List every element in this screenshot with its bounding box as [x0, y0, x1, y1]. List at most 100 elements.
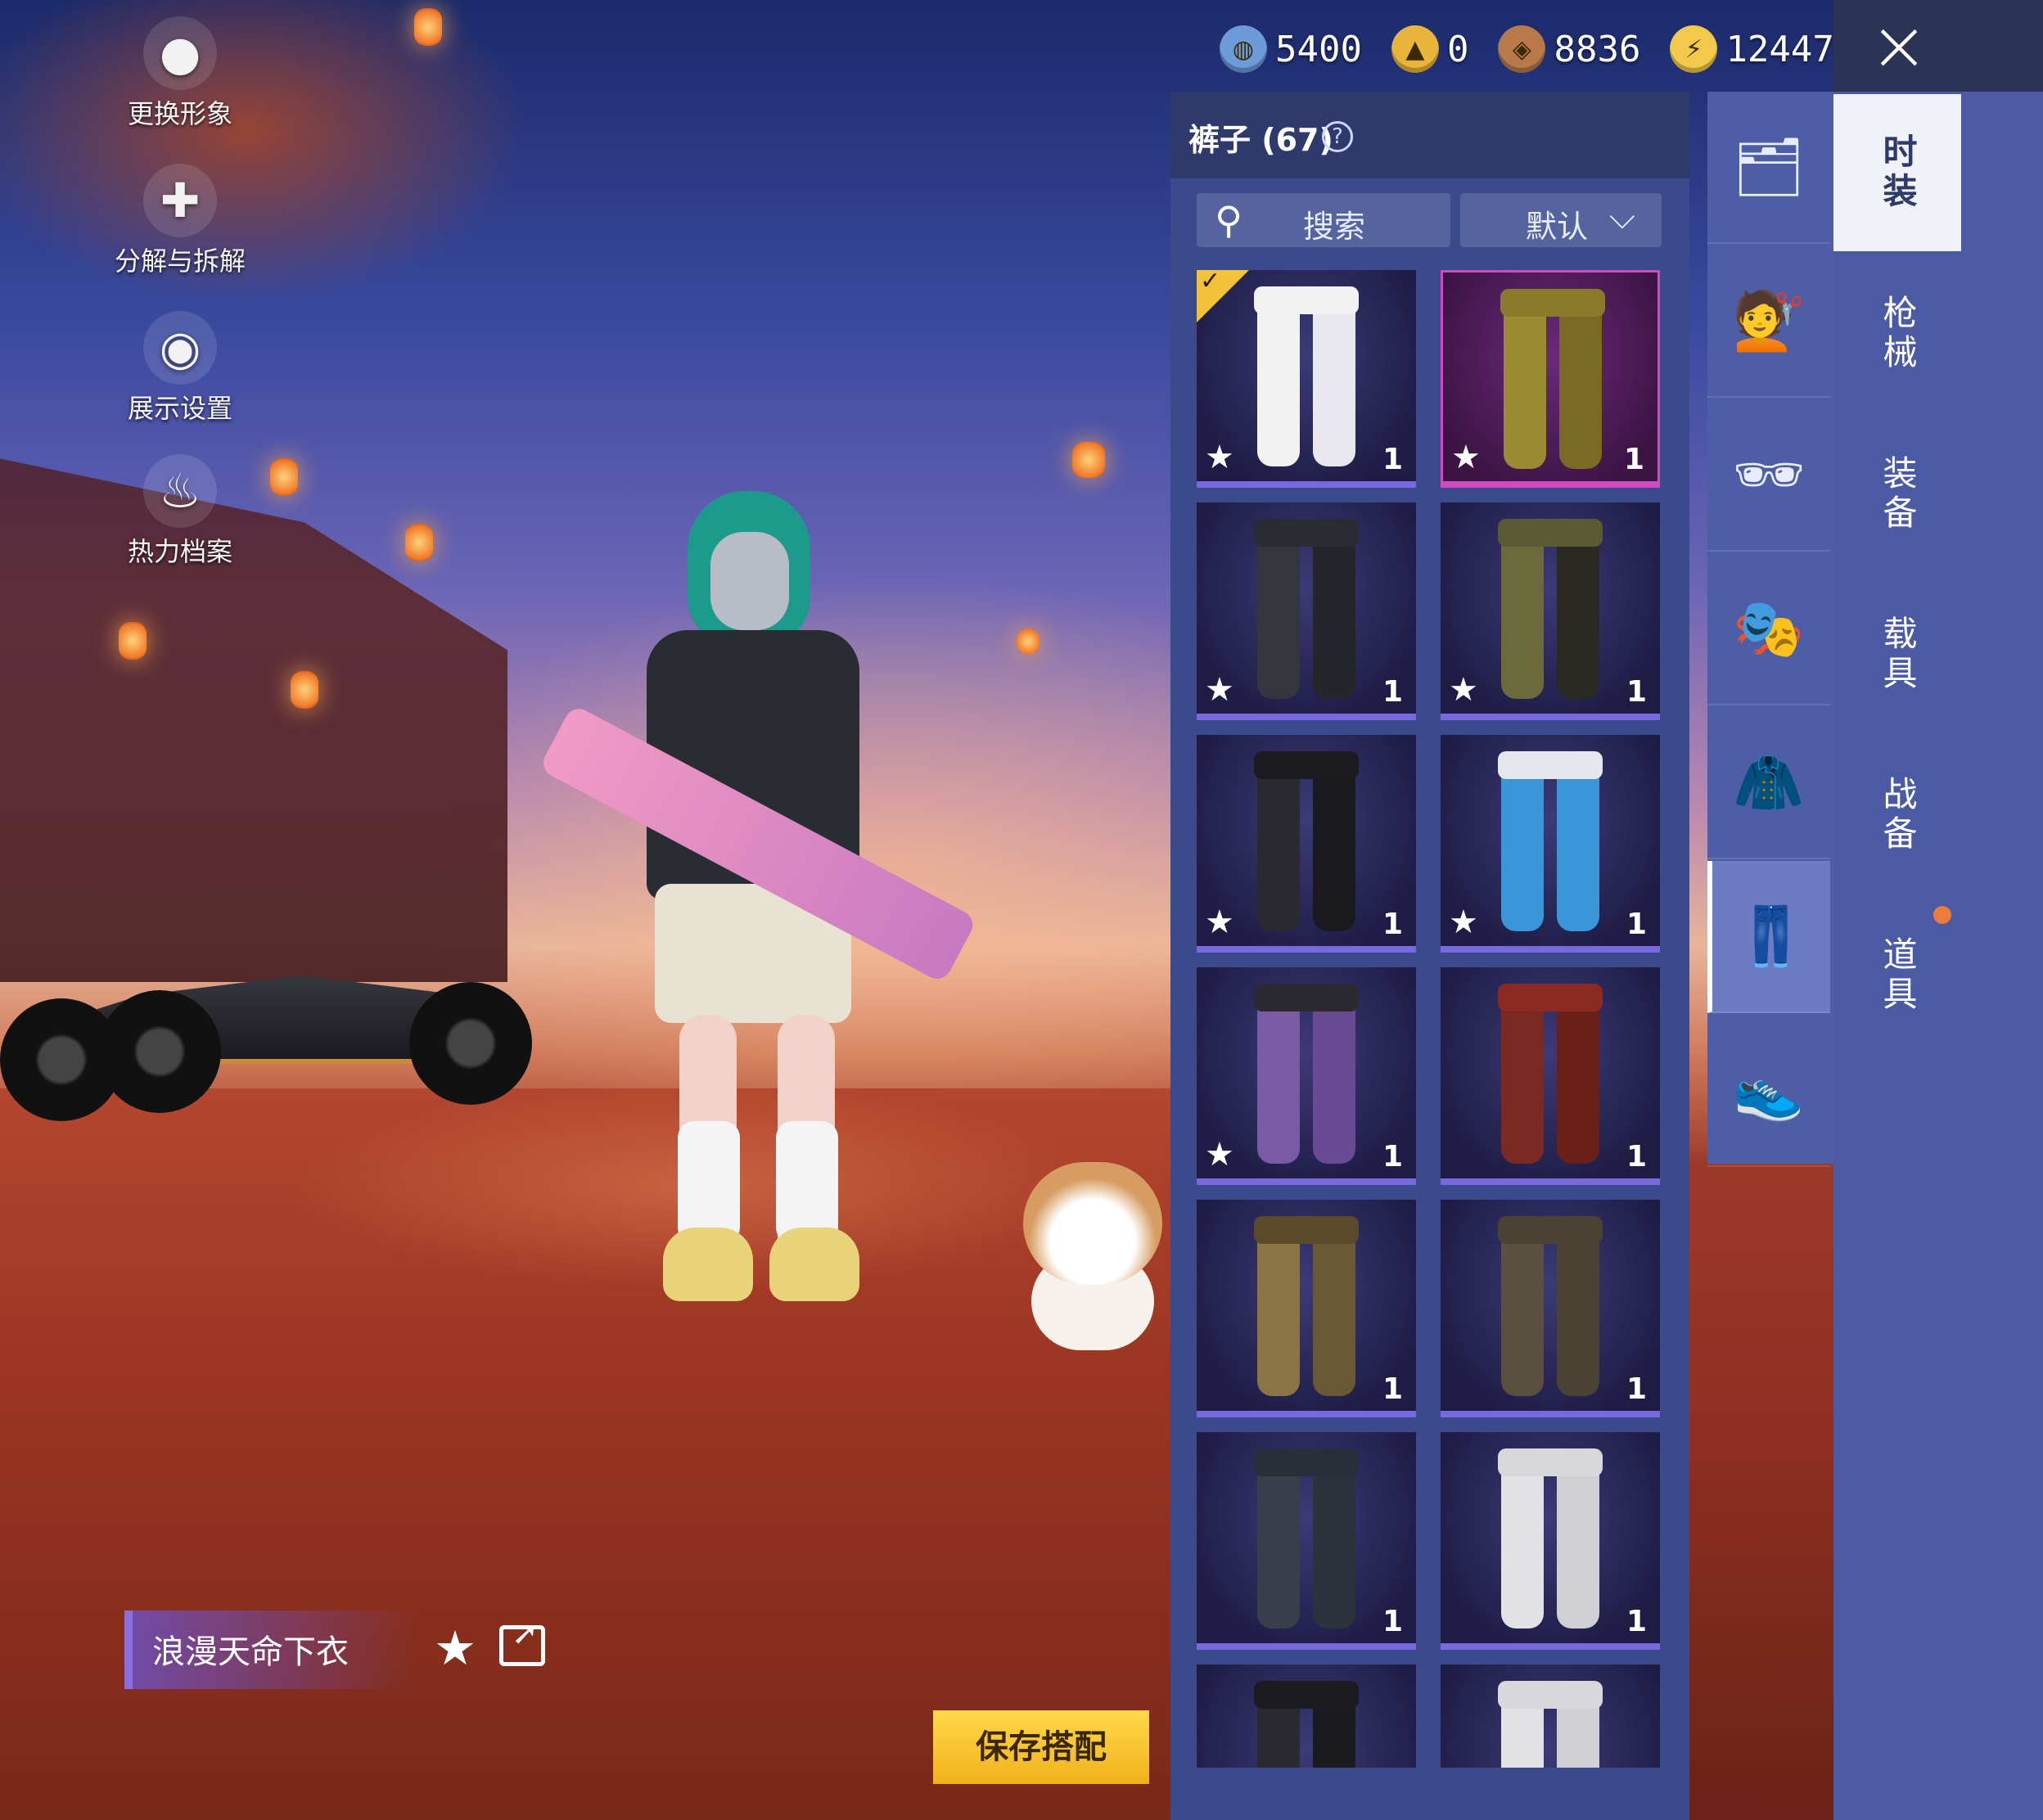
search-placeholder: 搜索: [1303, 209, 1366, 245]
blue-coin-icon: ◍: [1220, 25, 1267, 73]
pants-thumbnail: [1500, 289, 1605, 469]
star-icon: ★: [1449, 671, 1478, 709]
save-outfit-button[interactable]: 保存搭配: [933, 1710, 1149, 1784]
item-quantity: 1: [1382, 675, 1403, 709]
search-icon: ⚲: [1215, 198, 1242, 242]
item-grid: ✓ ★ 1 ★ 1 ★ 1 ★ 1 ★ 1 ★ 1 ★ 1 1 1 1 1 1: [1197, 270, 1663, 1768]
item-quantity: 1: [1382, 443, 1403, 476]
item-tile[interactable]: [1441, 1665, 1660, 1768]
lantern: [291, 671, 318, 709]
pants-thumbnail: [1254, 751, 1359, 931]
item-tile[interactable]: ★ 1: [1197, 967, 1416, 1185]
pants-thumbnail: [1254, 286, 1359, 466]
pants-thumbnail: [1254, 984, 1359, 1164]
item-tile[interactable]: 1: [1441, 967, 1660, 1185]
item-quantity: 1: [1382, 1605, 1403, 1638]
race-car: [0, 908, 540, 1121]
item-tile[interactable]: ★ 1: [1197, 502, 1416, 720]
item-quantity: 1: [1626, 1372, 1647, 1406]
category-outfit-set-icon[interactable]: 🗂: [1707, 92, 1830, 244]
panel-title: 裤子 (67): [1188, 122, 1333, 158]
change-appearance-button[interactable]: ● 更换形象: [98, 16, 262, 131]
pants-thumbnail: [1254, 519, 1359, 699]
close-icon[interactable]: ×: [1858, 11, 1940, 81]
item-quantity: 1: [1626, 675, 1647, 709]
item-quantity: 1: [1382, 908, 1403, 941]
item-tile[interactable]: 1: [1441, 1200, 1660, 1417]
star-icon: ★: [1451, 439, 1481, 476]
category-jacket-icon[interactable]: 🧥: [1707, 707, 1830, 859]
pants-thumbnail: [1498, 519, 1603, 699]
star-icon: ★: [1205, 439, 1234, 476]
bronze-coin-icon: ◈: [1498, 25, 1546, 73]
lightning-coin-icon: ⚡: [1670, 25, 1718, 73]
item-quantity: 1: [1382, 1372, 1403, 1406]
flame-icon: ♨: [143, 454, 217, 528]
lantern: [119, 622, 147, 660]
currency-bronze[interactable]: ◈ 8836: [1498, 25, 1640, 73]
item-tile[interactable]: 1: [1197, 1432, 1416, 1650]
category-shoes-icon[interactable]: 👟: [1707, 1015, 1830, 1167]
currency-uc[interactable]: ◍ 5400: [1220, 25, 1362, 73]
puzzle-icon: ✚: [143, 164, 217, 237]
share-icon[interactable]: [499, 1615, 545, 1666]
item-quantity: 1: [1626, 908, 1647, 941]
lantern: [405, 524, 433, 561]
equipped-check-icon: ✓: [1197, 270, 1249, 322]
heat-profile-button[interactable]: ♨ 热力档案: [98, 454, 262, 569]
gold-token-icon: ▲: [1391, 25, 1439, 73]
decompose-button[interactable]: ✚ 分解与拆解: [98, 164, 262, 278]
item-tile[interactable]: 1: [1441, 1432, 1660, 1650]
category-column: 🗂 💇 🕶 🎭 🧥 👖 👟: [1707, 92, 1833, 1167]
category-glasses-icon[interactable]: 🕶: [1707, 399, 1830, 552]
item-tile[interactable]: ★ 1: [1197, 735, 1416, 953]
person-icon: ●: [143, 16, 217, 90]
tab-combat-gear[interactable]: 战备: [1833, 737, 1961, 894]
tab-equipment[interactable]: 装备: [1833, 416, 1961, 573]
item-tile[interactable]: ★ 1: [1441, 502, 1660, 720]
star-icon: ★: [1205, 1136, 1234, 1174]
item-quantity: 1: [1626, 1140, 1647, 1174]
category-pants-icon[interactable]: 👖: [1707, 861, 1830, 1013]
eye-icon: ◉: [143, 311, 217, 385]
item-tile[interactable]: ★ 1: [1441, 270, 1660, 488]
star-icon: ★: [1205, 671, 1234, 709]
pants-thumbnail: [1254, 1216, 1359, 1396]
currency-token[interactable]: ▲ 0: [1391, 25, 1468, 73]
pants-thumbnail: [1498, 1216, 1603, 1396]
display-settings-button[interactable]: ◉ 展示设置: [98, 311, 262, 426]
star-icon[interactable]: ★: [434, 1620, 476, 1676]
item-tile[interactable]: [1197, 1665, 1416, 1768]
item-tile[interactable]: ✓ ★ 1: [1197, 270, 1416, 488]
sky-lantern: [1072, 442, 1105, 478]
pants-thumbnail: [1254, 1681, 1359, 1768]
pants-thumbnail: [1498, 751, 1603, 931]
item-tile[interactable]: ★ 1: [1441, 735, 1660, 953]
item-quantity: 1: [1382, 1140, 1403, 1174]
pants-thumbnail: [1254, 1448, 1359, 1629]
tab-vehicles[interactable]: 载具: [1833, 576, 1961, 733]
item-tile[interactable]: 1: [1197, 1200, 1416, 1417]
item-quantity: 1: [1623, 443, 1644, 476]
pants-thumbnail: [1498, 1448, 1603, 1629]
notification-dot: [1933, 906, 1951, 924]
sort-selected-value: 默认: [1526, 209, 1589, 245]
category-hair-icon[interactable]: 💇: [1707, 246, 1830, 398]
tab-weapons[interactable]: 枪械: [1833, 255, 1961, 412]
shiba-pet: [1023, 1162, 1162, 1350]
currency-bar: ◍ 5400 ▲ 0 ◈ 8836 ⚡ 124478: [1220, 16, 1885, 82]
sky-lantern: [1017, 628, 1040, 655]
tab-fashion[interactable]: 时装: [1833, 94, 1961, 251]
star-icon: ★: [1449, 903, 1478, 941]
category-mask-icon[interactable]: 🎭: [1707, 553, 1830, 705]
pants-thumbnail: [1498, 1681, 1603, 1768]
lantern: [270, 458, 298, 496]
selected-item-name: 浪漫天命下衣: [152, 1633, 349, 1671]
help-icon[interactable]: ?: [1322, 121, 1353, 152]
item-quantity: 1: [1626, 1605, 1647, 1638]
pants-thumbnail: [1498, 984, 1603, 1164]
currency-bp[interactable]: ⚡ 124478: [1670, 25, 1856, 73]
star-icon: ★: [1205, 903, 1234, 941]
chevron-down-icon: ⌵: [1609, 196, 1635, 237]
lantern: [414, 8, 442, 46]
